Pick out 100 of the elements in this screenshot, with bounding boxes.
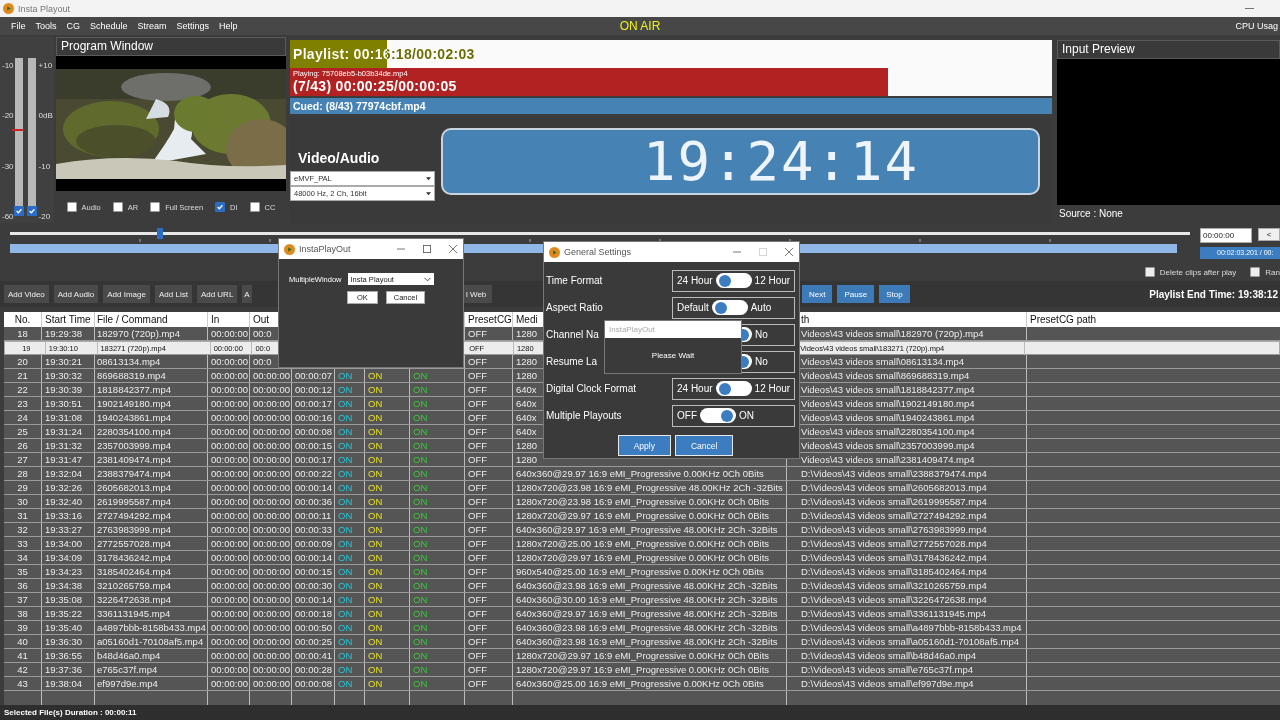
table-cell: OFF [465,677,513,690]
table-cell: D:\Videos\43 videos small\3361131945.mp4 [787,607,1027,620]
table-cell: 00:00:00 [208,537,250,550]
table-cell: ON [410,397,465,410]
table-cell: 00:00:00 [250,621,292,634]
table-cell: ON [410,677,465,690]
meter-scale-label: -20 [38,212,52,221]
table-cell: 00:00:00 [250,523,292,536]
table-cell: ON [365,467,410,480]
table-cell: D:\Videos\43 videos small\b48d46a0.mp4 [787,649,1027,662]
table-cell: ON [410,369,465,382]
table-cell: ON [410,551,465,564]
table-cell: 34 [4,551,42,564]
table-cell: ON [365,677,410,690]
table-cell: ON [335,369,365,382]
table-cell: 00:00:00 [250,369,292,382]
panel-title: Input Preview [1057,40,1280,59]
table-cell: 29 [4,481,42,494]
table-cell: ON [410,411,465,424]
table-cell: 25 [4,425,42,438]
table-cell: 00:00:00 [250,481,292,494]
table-cell: ON [365,411,410,424]
table-cell: 00:00:00 [208,663,250,676]
table-cell: 00:00:00 [208,369,250,382]
table-cell: 00:00:00 [208,635,250,648]
table-cell: OFF [465,481,513,494]
table-cell: 2381409474.mp4 [95,453,208,466]
table-cell: ON [365,509,410,522]
table-cell: 28 [4,467,42,480]
source-label: Source : None [1058,207,1124,221]
option-label: Auto [750,302,772,313]
table-cell: 2727494292.mp4 [95,509,208,522]
table-cell: 43 [4,677,42,690]
table-cell: ON [410,467,465,480]
table-cell: ON [365,523,410,536]
table-cell: D:\Videos\43 videos small\a05160d1-70108af5.mp4 [787,635,1027,648]
table-cell: ON [410,579,465,592]
table-cell: ON [365,383,410,396]
table-cell: ON [410,509,465,522]
table-cell: 00:00:00 [250,551,292,564]
table-cell: 00:00:00 [250,663,292,676]
table-cell: 00:00:14 [292,593,335,606]
table-cell: 00:00:00 [208,509,250,522]
table-cell: ON [365,481,410,494]
playing-time: (7/43) 00:00:25/00:00:05 [292,78,458,95]
table-cell: 42 [4,663,42,676]
table-cell: 00:00:00 [250,495,292,508]
table-cell: 960x540@25.00 16:9 eMI_Progressive 0.00KHz 0Ch 0Bits [513,565,787,578]
table-cell: 00:00:00 [208,607,250,620]
table-cell: 08613134.mp4 [95,355,208,368]
table-cell: 640x360@29.97 16:9 eMI_Progressive 0.00KHz 0Ch 0Bits [513,467,787,480]
table-cell: 00:00:16 [292,411,335,424]
meter-scale-label: -10 [38,161,52,171]
table-cell: 19:31:47 [42,453,95,466]
table-cell: ON [335,537,365,550]
table-cell: 1280x720@23.98 16:9 eMI_Progressive 0.00KHz 0Ch 0Bits [513,495,787,508]
table-cell: ON [335,383,365,396]
table-cell: OFF [465,523,513,536]
table-cell: 00:00:22 [292,467,335,480]
table-cell: ON [335,565,365,578]
panel-title: Program Window [56,37,286,56]
table-cell: 00:00:00 [208,481,250,494]
table-cell: 19:35:22 [42,607,95,620]
table-cell: OFF [465,425,513,438]
table-cell: 00:00:00 [250,467,292,480]
table-cell: 00:00:30 [292,579,335,592]
table-cell: ON [365,579,410,592]
table-cell: OFF [465,453,513,466]
table-cell: 2763983999.mp4 [95,523,208,536]
table-cell: 00:00:00 [250,509,292,522]
table-cell: 00:00:00 [208,677,250,690]
table-cell: 00:00:00 [250,383,292,396]
table-cell: OFF [465,369,513,382]
table-cell: 00:00:00 [250,425,292,438]
table-cell: D:\Videos\43 videos small\3210265759.mp4 [787,579,1027,592]
table-cell: 19:31:08 [42,411,95,424]
option-label: OFF [677,410,697,421]
table-cell: ON [365,453,410,466]
table-cell: 19:32:04 [42,467,95,480]
table-cell: 1280x720@25.00 16:9 eMI_Progressive 0.00KHz 0Ch 0Bits [513,537,787,550]
table-cell: 1280x720@29.97 16:9 eMI_Progressive 0.00KHz 0Ch 0Bits [513,649,787,662]
meter-scale-label: -30 [2,161,14,171]
table-cell: 35 [4,565,42,578]
table-cell: a4897bbb-8158b433.mp4 [95,621,208,634]
table-cell: b48d46a0.mp4 [95,649,208,662]
table-cell: ON [365,495,410,508]
table-cell: 19:30:21 [42,355,95,368]
table-cell: ON [365,397,410,410]
dialog-title: InstaPlayOut [299,244,352,254]
table-cell: OFF [465,537,513,550]
table-cell: D:\Videos\43 videos small\3226472638.mp4 [787,593,1027,606]
table-cell: 3178436242.mp4 [95,551,208,564]
table-cell: 1818842377.mp4 [95,383,208,396]
table-cell: ON [335,467,365,480]
table-cell: D:\Videos\43 videos small\a4897bbb-8158b433.mp4 [787,621,1027,634]
table-cell: 00:00:00 [208,621,250,634]
table-cell: OFF [465,635,513,648]
table-cell: 19:34:23 [42,565,95,578]
table-cell: OFF [465,649,513,662]
table-cell: D:\Videos\43 videos small\2388379474.mp4 [787,467,1027,480]
